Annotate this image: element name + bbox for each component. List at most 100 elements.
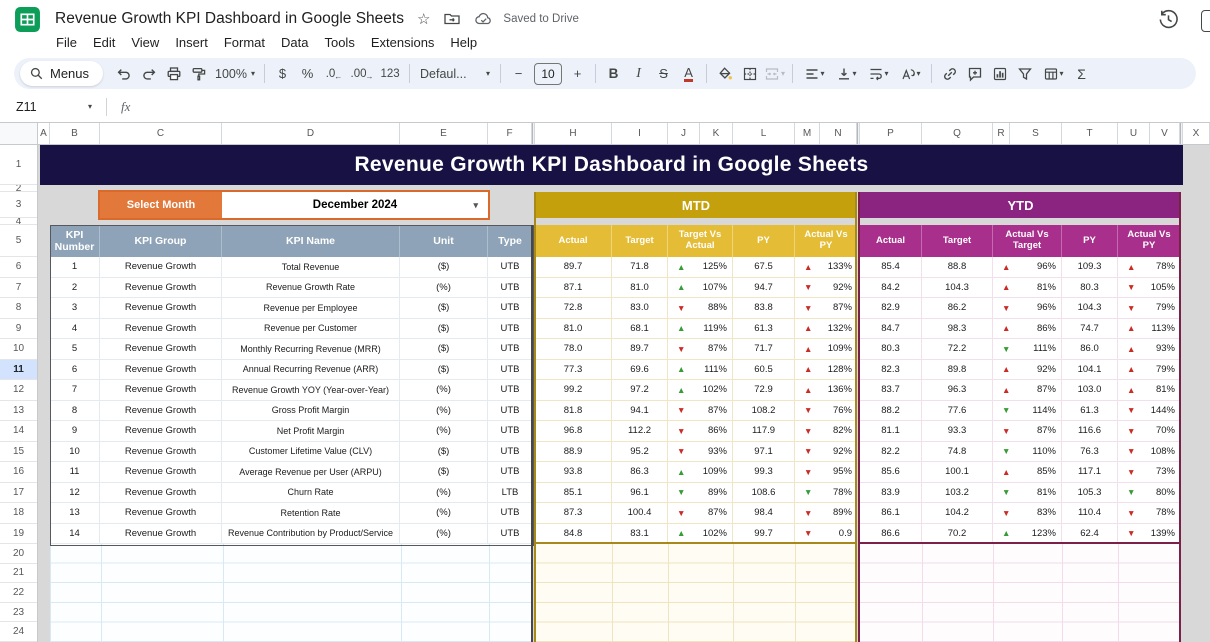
kpi-name-cell[interactable]: Annual Recurring Revenue (ARR): [222, 359, 400, 380]
ytd-py-cell[interactable]: 62.4: [1062, 523, 1118, 544]
functions-button[interactable]: Σ: [1069, 61, 1094, 86]
ytd-actual-vs-py-cell[interactable]: ▼ 79%: [1118, 298, 1180, 319]
mtd-target-cell[interactable]: 95.2: [612, 441, 668, 462]
mtd-header-cell[interactable]: Actual Vs PY: [795, 225, 857, 257]
dashboard-title-banner[interactable]: Revenue Growth KPI Dashboard in Google S…: [40, 145, 1183, 185]
column-header-H[interactable]: H: [535, 123, 612, 144]
kpi-name-cell[interactable]: Revenue Growth YOY (Year-over-Year): [222, 380, 400, 401]
mtd-section-header[interactable]: MTD: [535, 192, 857, 218]
kpi-number-cell[interactable]: 5: [50, 339, 100, 360]
ytd-py-cell[interactable]: 74.7: [1062, 318, 1118, 339]
unit-cell[interactable]: ($): [400, 359, 488, 380]
column-header-L[interactable]: L: [733, 123, 795, 144]
menu-help[interactable]: Help: [442, 32, 485, 53]
row-header-20[interactable]: 20: [0, 544, 37, 564]
mtd-actual-vs-py-cell[interactable]: ▼ 89%: [795, 503, 857, 524]
column-header-D[interactable]: D: [222, 123, 400, 144]
mtd-actual-vs-py-cell[interactable]: ▲ 132%: [795, 318, 857, 339]
mtd-header-cell[interactable]: Target Vs Actual: [668, 225, 733, 257]
left-table-header-cell[interactable]: KPI Name: [222, 225, 400, 257]
empty-rows-ytd[interactable]: [860, 544, 1180, 642]
cloud-saved-icon[interactable]: [474, 11, 494, 27]
row-header-13[interactable]: 13: [0, 400, 37, 421]
insert-chart-button[interactable]: [987, 61, 1012, 86]
mtd-py-cell[interactable]: 108.6: [733, 482, 795, 503]
mtd-py-cell[interactable]: 71.7: [733, 339, 795, 360]
row-header-22[interactable]: 22: [0, 583, 37, 603]
mtd-target-vs-actual-cell[interactable]: ▼ 86%: [668, 421, 733, 442]
redo-button[interactable]: [136, 61, 161, 86]
mtd-actual-cell[interactable]: 78.0: [535, 339, 612, 360]
row-header-11[interactable]: 11: [0, 359, 37, 380]
menu-format[interactable]: Format: [216, 32, 273, 53]
mtd-py-cell[interactable]: 67.5: [733, 257, 795, 278]
mtd-target-cell[interactable]: 112.2: [612, 421, 668, 442]
ytd-actual-vs-target-cell[interactable]: ▼ 111%: [993, 339, 1062, 360]
column-header-S[interactable]: S: [1010, 123, 1062, 144]
kpi-group-cell[interactable]: Revenue Growth: [100, 421, 222, 442]
ytd-header-cell[interactable]: Actual: [860, 225, 922, 257]
ytd-actual-vs-py-cell[interactable]: ▲ 113%: [1118, 318, 1180, 339]
left-table-header-cell[interactable]: KPI Group: [100, 225, 222, 257]
mtd-actual-vs-py-cell[interactable]: ▲ 136%: [795, 380, 857, 401]
row-header-10[interactable]: 10: [0, 339, 37, 360]
row-header-14[interactable]: 14: [0, 421, 37, 442]
ytd-py-cell[interactable]: 103.0: [1062, 380, 1118, 401]
ytd-actual-cell[interactable]: 84.2: [860, 277, 922, 298]
unit-cell[interactable]: ($): [400, 441, 488, 462]
ytd-actual-vs-target-cell[interactable]: ▼ 110%: [993, 441, 1062, 462]
mtd-actual-cell[interactable]: 89.7: [535, 257, 612, 278]
kpi-group-cell[interactable]: Revenue Growth: [100, 257, 222, 278]
column-header-V[interactable]: V: [1150, 123, 1180, 144]
strikethrough-button[interactable]: S: [651, 61, 676, 86]
font-size-input[interactable]: 10: [534, 62, 563, 85]
ytd-target-cell[interactable]: 72.2: [922, 339, 993, 360]
mtd-actual-cell[interactable]: 72.8: [535, 298, 612, 319]
column-header-C[interactable]: C: [100, 123, 222, 144]
mtd-target-vs-actual-cell[interactable]: ▲ 119%: [668, 318, 733, 339]
ytd-target-cell[interactable]: 88.8: [922, 257, 993, 278]
mtd-target-cell[interactable]: 96.1: [612, 482, 668, 503]
mtd-py-cell[interactable]: 61.3: [733, 318, 795, 339]
ytd-actual-vs-py-cell[interactable]: ▲ 79%: [1118, 359, 1180, 380]
kpi-group-cell[interactable]: Revenue Growth: [100, 277, 222, 298]
mtd-target-cell[interactable]: 71.8: [612, 257, 668, 278]
type-cell[interactable]: UTB: [488, 298, 532, 319]
unit-cell[interactable]: (%): [400, 380, 488, 401]
column-header-U[interactable]: U: [1118, 123, 1150, 144]
mtd-py-cell[interactable]: 98.4: [733, 503, 795, 524]
ytd-actual-cell[interactable]: 81.1: [860, 421, 922, 442]
kpi-group-cell[interactable]: Revenue Growth: [100, 523, 222, 544]
column-header-N[interactable]: N: [820, 123, 857, 144]
type-cell[interactable]: LTB: [488, 482, 532, 503]
kpi-group-cell[interactable]: Revenue Growth: [100, 462, 222, 483]
ytd-target-cell[interactable]: 77.6: [922, 400, 993, 421]
mtd-py-cell[interactable]: 72.9: [733, 380, 795, 401]
row-header-24[interactable]: 24: [0, 622, 37, 642]
mtd-target-vs-actual-cell[interactable]: ▼ 89%: [668, 482, 733, 503]
ytd-actual-cell[interactable]: 80.3: [860, 339, 922, 360]
kpi-group-cell[interactable]: Revenue Growth: [100, 298, 222, 319]
ytd-actual-vs-target-cell[interactable]: ▼ 96%: [993, 298, 1062, 319]
kpi-group-cell[interactable]: Revenue Growth: [100, 318, 222, 339]
type-cell[interactable]: UTB: [488, 318, 532, 339]
mtd-target-vs-actual-cell[interactable]: ▲ 125%: [668, 257, 733, 278]
ytd-actual-cell[interactable]: 86.6: [860, 523, 922, 544]
ytd-py-cell[interactable]: 105.3: [1062, 482, 1118, 503]
mtd-actual-vs-py-cell[interactable]: ▼ 95%: [795, 462, 857, 483]
unit-cell[interactable]: (%): [400, 482, 488, 503]
mtd-header-cell[interactable]: Actual: [535, 225, 612, 257]
row-header-7[interactable]: 7: [0, 277, 37, 298]
google-sheets-logo[interactable]: [14, 6, 41, 33]
name-box[interactable]: Z11 ▾: [0, 100, 98, 114]
mtd-py-cell[interactable]: 60.5: [733, 359, 795, 380]
ytd-actual-cell[interactable]: 83.9: [860, 482, 922, 503]
empty-rows-mtd[interactable]: [535, 544, 857, 642]
type-cell[interactable]: UTB: [488, 462, 532, 483]
ytd-target-cell[interactable]: 104.2: [922, 503, 993, 524]
kpi-name-cell[interactable]: Revenue Contribution by Product/Service: [222, 523, 400, 544]
mtd-target-cell[interactable]: 86.3: [612, 462, 668, 483]
column-header-T[interactable]: T: [1062, 123, 1118, 144]
column-header-J[interactable]: J: [668, 123, 700, 144]
mtd-actual-cell[interactable]: 88.9: [535, 441, 612, 462]
